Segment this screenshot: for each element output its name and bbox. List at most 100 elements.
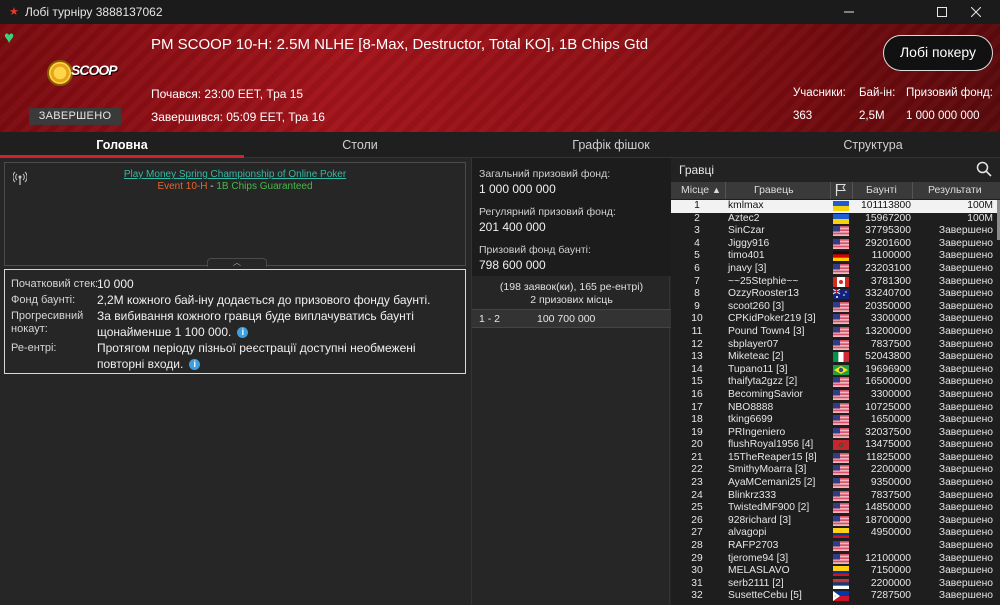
table-row[interactable]: 26 928richard [3] 18700000 Завершено bbox=[671, 515, 997, 528]
player-place: 13 bbox=[691, 351, 703, 363]
detail-label-progressive-ko: Прогресивний нокаут: bbox=[11, 310, 84, 335]
player-search[interactable]: Гравці bbox=[671, 158, 1000, 182]
country-flag-icon-us bbox=[833, 339, 849, 350]
info-icon[interactable]: i bbox=[189, 359, 201, 371]
table-row[interactable]: 10 CPKidPoker219 [3] 3300000 Завершено bbox=[671, 313, 997, 326]
close-button[interactable] bbox=[953, 0, 999, 24]
table-row[interactable]: 13 Miketeac [2] 52043800 Завершено bbox=[671, 351, 997, 364]
collapse-banner-button[interactable]: ︿ bbox=[207, 258, 267, 267]
table-row[interactable]: 7 ~~25Stephie~~ 3781300 Завершено bbox=[671, 276, 997, 289]
payout-amount: 100 700 000 bbox=[537, 313, 596, 325]
player-place: 10 bbox=[691, 313, 703, 325]
player-result: Завершено bbox=[938, 590, 993, 602]
player-bounty: 1650000 bbox=[870, 414, 911, 426]
table-row[interactable]: 29 tjerome94 [3] 12100000 Завершено bbox=[671, 553, 997, 566]
table-row[interactable]: 11 Pound Town4 [3] 13200000 Завершено bbox=[671, 326, 997, 339]
column-result[interactable]: Результати bbox=[928, 184, 982, 196]
table-row[interactable]: 1 kmlmax 101113800 100M bbox=[671, 200, 997, 213]
player-result: Завершено bbox=[938, 325, 993, 337]
table-row[interactable]: 3 SinCzar 37795300 Завершено bbox=[671, 225, 997, 238]
banner-event: Event 10-H bbox=[157, 181, 208, 192]
player-bounty: 101113800 bbox=[860, 200, 911, 211]
table-row[interactable]: 23 AyaMCemani25 [2] 9350000 Завершено bbox=[671, 477, 997, 490]
table-row[interactable]: 16 BecomingSavior 3300000 Завершено bbox=[671, 389, 997, 402]
column-player[interactable]: Гравець bbox=[754, 184, 794, 196]
player-result: Завершено bbox=[938, 275, 993, 287]
banner-link[interactable]: Play Money Spring Championship of Online… bbox=[5, 169, 465, 180]
info-icon[interactable]: i bbox=[237, 327, 249, 339]
table-row[interactable]: 31 serb2111 [2] 2200000 Завершено bbox=[671, 578, 997, 591]
search-icon[interactable] bbox=[976, 161, 992, 177]
player-result: Завершено bbox=[938, 225, 993, 237]
player-place: 27 bbox=[691, 527, 703, 539]
table-row[interactable]: 28 RAFP2703 Завершено bbox=[671, 540, 997, 553]
table-row[interactable]: 9 scoot260 [3] 20350000 Завершено bbox=[671, 301, 997, 314]
tab-chip-graph[interactable]: Графік фішок bbox=[476, 132, 746, 158]
banner-subtitle: Event 10-H - 1B Chips Guaranteed bbox=[5, 181, 465, 192]
table-row[interactable]: 20 flushRoyal1956 [4] 13475000 Завершено bbox=[671, 439, 997, 452]
column-flag[interactable] bbox=[835, 183, 847, 199]
player-name: MELASLAVO bbox=[728, 565, 790, 577]
player-bounty: 52043800 bbox=[865, 351, 911, 363]
table-row[interactable]: 4 Jiggy916 29201600 Завершено bbox=[671, 238, 997, 251]
player-place: 5 bbox=[694, 250, 700, 262]
table-row[interactable]: 27 alvagopi 4950000 Завершено bbox=[671, 527, 997, 540]
players-table-header: Місце ▲ Гравець Баунті Результати bbox=[671, 182, 1000, 199]
table-row[interactable]: 18 tking6699 1650000 Завершено bbox=[671, 414, 997, 427]
table-row[interactable]: 8 OzzyRooster13 33240700 Завершено bbox=[671, 288, 997, 301]
player-bounty: 15967200 bbox=[865, 212, 911, 224]
player-bounty: 7150000 bbox=[870, 565, 911, 577]
player-name: OzzyRooster13 bbox=[728, 288, 799, 300]
player-name: sbplayer07 bbox=[728, 338, 779, 350]
minimize-button[interactable] bbox=[826, 0, 872, 24]
tab-tables[interactable]: Столи bbox=[244, 132, 476, 158]
player-bounty: 1100000 bbox=[871, 250, 911, 262]
player-result: 100M bbox=[967, 212, 993, 224]
player-name: Aztec2 bbox=[728, 212, 760, 224]
player-bounty: 14850000 bbox=[865, 502, 911, 514]
country-flag-icon-ua bbox=[833, 213, 849, 224]
table-row[interactable]: 12 sbplayer07 7837500 Завершено bbox=[671, 339, 997, 352]
player-name: Jiggy916 bbox=[728, 237, 770, 249]
table-row[interactable]: 14 Tupano11 [3] 19696900 Завершено bbox=[671, 364, 997, 377]
player-bounty: 10725000 bbox=[865, 401, 911, 413]
table-row[interactable]: 22 SmithyMoarra [3] 2200000 Завершено bbox=[671, 464, 997, 477]
player-place: 15 bbox=[691, 376, 703, 388]
player-result: Завершено bbox=[938, 477, 993, 489]
table-row[interactable]: 25 TwistedMF900 [2] 14850000 Завершено bbox=[671, 502, 997, 515]
table-row[interactable]: 15 thaifyta2gzz [2] 16500000 Завершено bbox=[671, 376, 997, 389]
search-input[interactable]: Гравці bbox=[679, 163, 714, 177]
minimize-icon bbox=[844, 11, 854, 13]
player-name: 15TheReaper15 [8] bbox=[728, 451, 817, 463]
country-flag-icon-us bbox=[833, 377, 849, 388]
start-time: Почався: 23:00 EET, Тра 15 bbox=[151, 87, 304, 101]
player-name: scoot260 [3] bbox=[728, 300, 785, 312]
table-row[interactable]: 17 NBO8888 10725000 Завершено bbox=[671, 402, 997, 415]
player-bounty: 7287500 bbox=[870, 590, 911, 602]
table-row[interactable]: 30 MELASLAVO 7150000 Завершено bbox=[671, 565, 997, 578]
player-place: 8 bbox=[694, 288, 700, 300]
table-row[interactable]: 32 SusetteCebu [5] 7287500 Завершено bbox=[671, 590, 997, 603]
country-flag-icon-us bbox=[833, 301, 849, 312]
table-row[interactable]: 2 Aztec2 15967200 100M bbox=[671, 213, 997, 226]
table-row[interactable]: 24 Blinkrz333 7837500 Завершено bbox=[671, 490, 997, 503]
column-place[interactable]: Місце ▲ bbox=[681, 184, 721, 196]
column-bounty[interactable]: Баунті bbox=[866, 184, 897, 196]
title-bar: ★ Лобі турніру 3888137062 bbox=[0, 0, 1000, 24]
detail-label-bounty-fund: Фонд баунті: bbox=[11, 294, 76, 306]
table-row[interactable]: 19 PRIngeniero 32037500 Завершено bbox=[671, 427, 997, 440]
favorite-heart-icon[interactable]: ♥ bbox=[4, 28, 14, 48]
table-row[interactable]: 21 15TheReaper15 [8] 11825000 Завершено bbox=[671, 452, 997, 465]
player-bounty: 19696900 bbox=[865, 363, 911, 375]
player-place: 14 bbox=[691, 363, 703, 375]
lobby-tabs: Головна Столи Графік фішок Структура bbox=[0, 132, 1000, 158]
tournament-details: Початковий стек: 10 000 Фонд баунті: 2,2… bbox=[4, 269, 466, 374]
tab-structure[interactable]: Структура bbox=[746, 132, 1000, 158]
close-icon bbox=[971, 7, 981, 17]
tab-main[interactable]: Головна bbox=[0, 132, 244, 158]
table-row[interactable]: 6 jnavy [3] 23203100 Завершено bbox=[671, 263, 997, 276]
scoop-logo-text: SCOOP bbox=[71, 62, 118, 78]
finish-time: Завершився: 05:09 EET, Тра 16 bbox=[151, 110, 325, 124]
poker-lobby-button[interactable]: Лобі покеру bbox=[883, 35, 993, 71]
table-row[interactable]: 5 timo401 1100000 Завершено bbox=[671, 250, 997, 263]
